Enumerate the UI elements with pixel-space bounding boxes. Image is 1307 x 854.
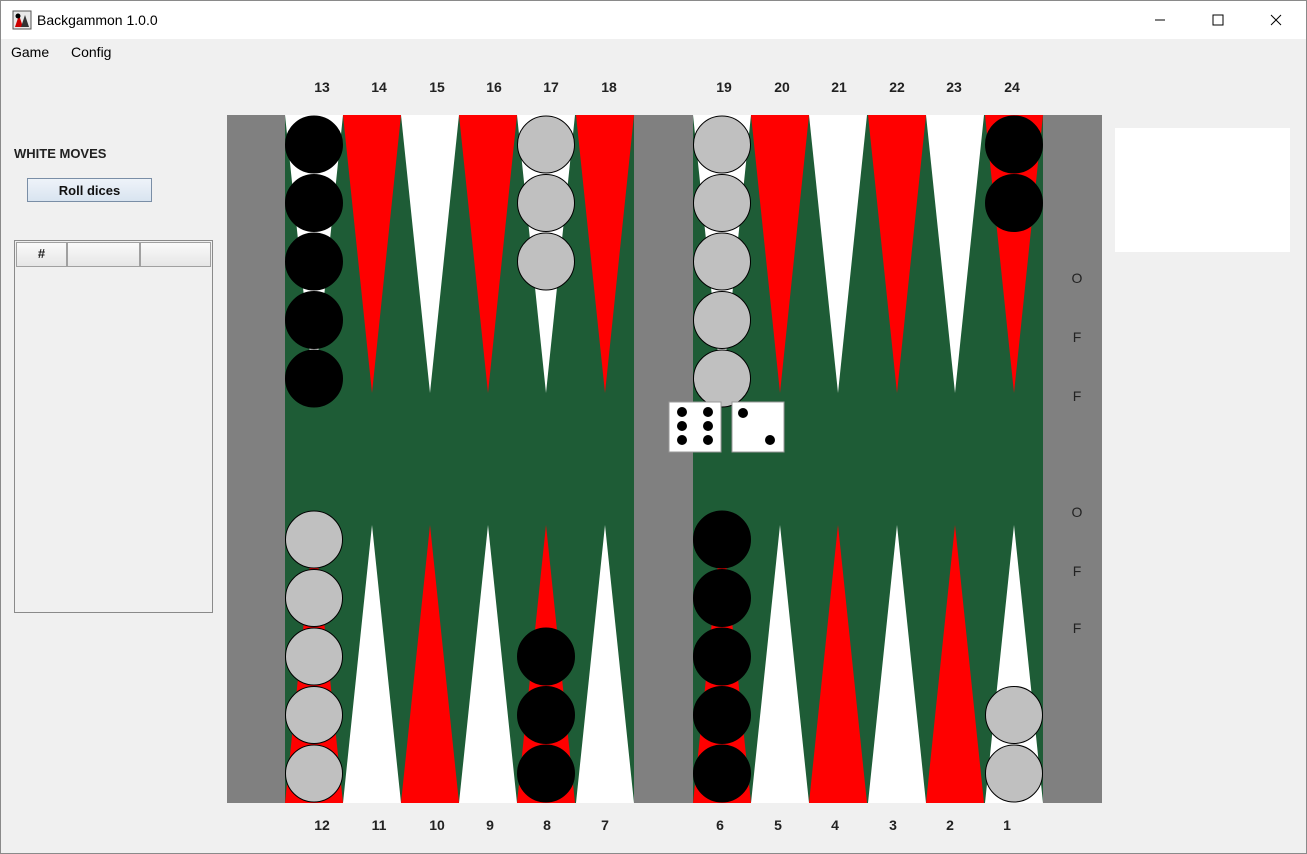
die-pip	[703, 435, 713, 445]
bearoff-label: O	[1072, 270, 1083, 286]
checker-white	[693, 232, 751, 291]
checker-black	[693, 569, 751, 627]
checker-black	[285, 174, 343, 232]
app-icon	[12, 10, 32, 30]
checker-white	[693, 349, 751, 408]
maximize-icon	[1212, 14, 1224, 26]
backgammon-board[interactable]: O F F O F F	[227, 115, 1102, 803]
board-bearoff-tray	[1043, 115, 1102, 803]
point-number-20: 20	[774, 79, 790, 95]
die-pip	[738, 408, 748, 418]
window-title: Backgammon 1.0.0	[37, 12, 158, 28]
app-window: Backgammon 1.0.0 Game Config WHITE MOVES…	[0, 0, 1307, 854]
roll-dice-button[interactable]: Roll dices	[27, 178, 152, 202]
board-left-border	[227, 115, 285, 803]
point-number-15: 15	[429, 79, 445, 95]
close-icon	[1270, 14, 1282, 26]
point-number-6: 6	[716, 817, 724, 833]
checker-black	[693, 627, 751, 686]
maximize-button[interactable]	[1189, 1, 1247, 39]
checker-white	[693, 291, 751, 349]
checker-white	[985, 744, 1043, 803]
point-number-3: 3	[889, 817, 897, 833]
checker-black	[285, 349, 343, 408]
checker-white	[517, 174, 575, 232]
moves-col-3[interactable]	[140, 242, 211, 267]
title-bar: Backgammon 1.0.0	[1, 1, 1306, 39]
point-number-17: 17	[543, 79, 559, 95]
die-pip	[703, 421, 713, 431]
minimize-icon	[1155, 19, 1165, 21]
point-number-11: 11	[371, 817, 387, 833]
moves-table-header: #	[16, 242, 211, 267]
point-number-10: 10	[429, 817, 445, 833]
point-number-4: 4	[831, 817, 839, 833]
point-number-24: 24	[1004, 79, 1020, 95]
die-2	[731, 401, 785, 453]
bearoff-label: F	[1073, 563, 1082, 579]
point-number-7: 7	[601, 817, 609, 833]
point-number-8: 8	[543, 817, 551, 833]
checker-white	[285, 744, 343, 803]
checker-white	[693, 115, 751, 174]
moves-table[interactable]: #	[14, 240, 213, 613]
point-number-22: 22	[889, 79, 905, 95]
checker-black	[693, 686, 751, 744]
point-number-1: 1	[1003, 817, 1011, 833]
menu-bar: Game Config	[1, 39, 1306, 65]
point-number-13: 13	[314, 79, 330, 95]
checker-white	[285, 569, 343, 627]
die-1	[668, 401, 722, 453]
checker-white	[517, 232, 575, 291]
point-number-19: 19	[716, 79, 732, 95]
checker-white	[517, 115, 575, 174]
checker-black	[693, 744, 751, 803]
checker-white	[285, 510, 343, 569]
bearoff-label: F	[1073, 620, 1082, 636]
checker-black	[285, 115, 343, 174]
checker-black	[285, 291, 343, 349]
point-number-2: 2	[946, 817, 954, 833]
checker-black	[693, 510, 751, 569]
point-number-12: 12	[314, 817, 330, 833]
die-pip	[677, 435, 687, 445]
die-pip	[765, 435, 775, 445]
point-number-23: 23	[946, 79, 962, 95]
checker-white	[285, 686, 343, 744]
checker-black	[985, 115, 1043, 174]
checker-white	[693, 174, 751, 232]
checker-black	[285, 232, 343, 291]
turn-label: WHITE MOVES	[14, 146, 107, 161]
die-pip	[677, 407, 687, 417]
board-center-bar	[634, 115, 693, 803]
close-button[interactable]	[1247, 1, 1305, 39]
checker-white	[285, 627, 343, 686]
board-canvas[interactable]: O F F O F F	[227, 115, 1102, 803]
die-pip	[703, 407, 713, 417]
point-number-16: 16	[486, 79, 502, 95]
bearoff-label: O	[1072, 504, 1083, 520]
checker-black	[517, 686, 575, 744]
checker-black	[517, 627, 575, 686]
die-face	[668, 401, 722, 453]
menu-game[interactable]: Game	[11, 44, 49, 60]
point-number-14: 14	[371, 79, 387, 95]
bearoff-label: F	[1073, 329, 1082, 345]
point-number-18: 18	[601, 79, 617, 95]
moves-col-2[interactable]	[67, 242, 140, 267]
bearoff-label: F	[1073, 388, 1082, 404]
point-number-9: 9	[486, 817, 494, 833]
checker-white	[985, 686, 1043, 744]
checker-black	[517, 744, 575, 803]
checker-black	[985, 174, 1043, 232]
info-panel	[1115, 128, 1290, 252]
moves-col-number[interactable]: #	[16, 242, 67, 267]
minimize-button[interactable]	[1131, 1, 1189, 39]
menu-config[interactable]: Config	[71, 44, 111, 60]
point-number-5: 5	[774, 817, 782, 833]
point-number-21: 21	[831, 79, 847, 95]
die-pip	[677, 421, 687, 431]
